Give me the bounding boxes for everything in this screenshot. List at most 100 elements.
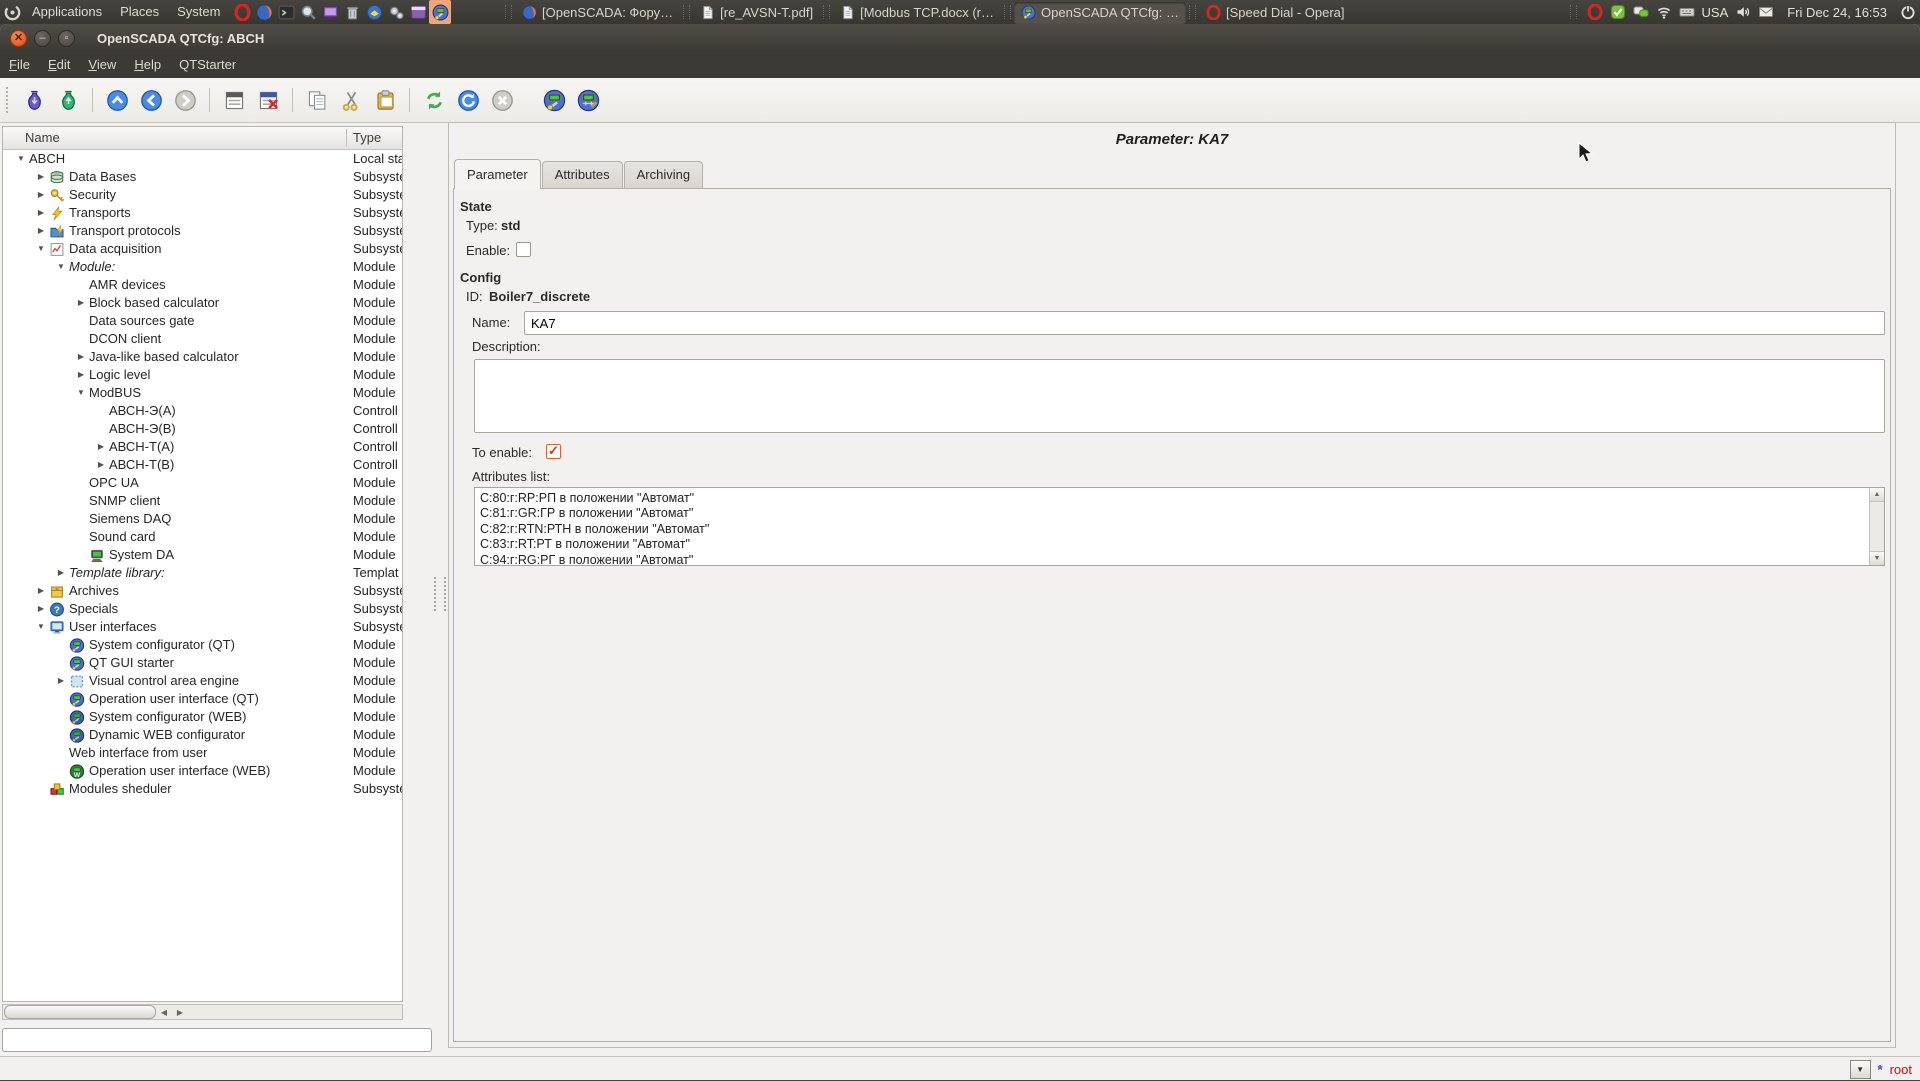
menu-file[interactable]: File bbox=[0, 52, 39, 78]
tree-item-module[interactable]: ▼Module:Module bbox=[3, 258, 402, 276]
enable-checkbox[interactable] bbox=[516, 242, 531, 257]
tree-item-user-interfaces[interactable]: ▼User interfacesSubsyste bbox=[3, 618, 402, 636]
attribute-list-item[interactable]: C:83:г:RT:РТ в положении "Автомат" bbox=[475, 537, 1884, 552]
clock[interactable]: Fri Dec 24, 16:53 bbox=[1781, 5, 1893, 20]
window-close-button[interactable]: ✕ bbox=[10, 30, 27, 47]
scroll-right-arrow-icon[interactable]: ▶ bbox=[172, 1005, 188, 1019]
refresh-button[interactable] bbox=[419, 85, 449, 115]
tree-item-data-bases[interactable]: ▶Data BasesSubsyste bbox=[3, 168, 402, 186]
launcher-app-blue-icon[interactable] bbox=[363, 0, 385, 24]
user-dropdown-button[interactable]: ▼ bbox=[1850, 1060, 1871, 1079]
tray-wifi-icon[interactable] bbox=[1656, 4, 1672, 21]
tree-item-opc-ua[interactable]: OPC UAModule bbox=[3, 474, 402, 492]
attribute-list-item[interactable]: C:94:г:RG:РГ в положении "Автомат" bbox=[475, 553, 1884, 566]
tree-item-operation-user-interface-qt[interactable]: Operation user interface (QT)Module bbox=[3, 690, 402, 708]
expand-arrow-icon[interactable]: ▶ bbox=[73, 348, 89, 366]
tray-check-green-icon[interactable] bbox=[1610, 4, 1626, 21]
to-enable-checkbox[interactable]: ✓ bbox=[546, 444, 561, 459]
attributes-listbox[interactable]: C:80:г:RP:РП в положении "Автомат"C:81:г… bbox=[474, 487, 1885, 566]
tray-keyboard-icon[interactable] bbox=[1679, 4, 1695, 21]
launcher-firefox-icon[interactable] bbox=[253, 0, 275, 24]
collapse-arrow-icon[interactable]: ▼ bbox=[13, 150, 29, 168]
tree-item-transports[interactable]: ▶TransportsSubsyste bbox=[3, 204, 402, 222]
launcher-gears-icon[interactable] bbox=[385, 0, 407, 24]
tree-item-dynamic-web-configurator[interactable]: Dynamic WEB configuratorModule bbox=[3, 726, 402, 744]
launcher-terminal-icon[interactable] bbox=[275, 0, 297, 24]
tree-item-qt-gui-starter[interactable]: QT GUI starterModule bbox=[3, 654, 402, 672]
attribute-list-item[interactable]: C:80:г:RP:РП в положении "Автомат" bbox=[475, 491, 1884, 506]
expand-arrow-icon[interactable]: ▶ bbox=[33, 582, 49, 600]
toolbar-grip[interactable] bbox=[6, 87, 12, 113]
panel-menu-applications[interactable]: Applications bbox=[23, 4, 111, 19]
tray-opera-icon[interactable] bbox=[1587, 4, 1603, 21]
expand-arrow-icon[interactable]: ▶ bbox=[33, 186, 49, 204]
tray-chat-icon[interactable] bbox=[1633, 4, 1649, 21]
tree-item-data-acquisition[interactable]: ▼Data acquisitionSubsyste bbox=[3, 240, 402, 258]
tree-item-archives[interactable]: ▶ArchivesSubsyste bbox=[3, 582, 402, 600]
attributes-scrollbar[interactable]: ▲ ▼ bbox=[1869, 488, 1884, 565]
menu-edit[interactable]: Edit bbox=[39, 52, 79, 78]
stop-update-button[interactable] bbox=[487, 85, 517, 115]
attribute-list-item[interactable]: C:81:г:GR:ГР в положении "Автомат" bbox=[475, 506, 1884, 521]
description-textarea[interactable] bbox=[474, 359, 1885, 433]
tree-item-amr-devices[interactable]: AMR devicesModule bbox=[3, 276, 402, 294]
launcher-opera-icon[interactable] bbox=[231, 0, 253, 24]
qtstarter-configurator-button[interactable] bbox=[539, 85, 569, 115]
tray-mail-icon[interactable] bbox=[1758, 4, 1774, 21]
taskbar-button[interactable]: [Speed Dial - Opera] bbox=[1199, 2, 1352, 24]
delete-item-button[interactable] bbox=[253, 85, 283, 115]
tree-item-авсн-э-а[interactable]: АВСН-Э(А)Controll bbox=[3, 402, 402, 420]
tab-attributes[interactable]: Attributes bbox=[542, 161, 623, 188]
tree-item-specials[interactable]: ▶?SpecialsSubsyste bbox=[3, 600, 402, 618]
tree-item-data-sources-gate[interactable]: Data sources gateModule bbox=[3, 312, 402, 330]
expand-arrow-icon[interactable]: ▶ bbox=[33, 600, 49, 618]
tree-item-visual-control-area-engine[interactable]: ▶Visual control area engineModule bbox=[3, 672, 402, 690]
panel-menu-places[interactable]: Places bbox=[111, 4, 168, 19]
tree-column-type[interactable]: Type bbox=[353, 130, 381, 145]
previous-button[interactable] bbox=[136, 85, 166, 115]
scroll-left-arrow-icon[interactable]: ◀ bbox=[156, 1005, 172, 1019]
expand-arrow-icon[interactable]: ▶ bbox=[73, 294, 89, 312]
collapse-arrow-icon[interactable]: ▼ bbox=[53, 258, 69, 276]
tree-item-security[interactable]: ▶SecuritySubsyste bbox=[3, 186, 402, 204]
add-item-button[interactable] bbox=[219, 85, 249, 115]
launcher-panel-app-icon[interactable] bbox=[407, 0, 429, 24]
menu-help[interactable]: Help bbox=[125, 52, 170, 78]
taskbar-button[interactable]: [OpenSCADA: Фору… bbox=[515, 2, 680, 24]
expand-arrow-icon[interactable]: ▶ bbox=[53, 564, 69, 582]
start-update-button[interactable] bbox=[453, 85, 483, 115]
launcher-display-icon[interactable] bbox=[319, 0, 341, 24]
tab-parameter[interactable]: Parameter bbox=[454, 159, 541, 189]
scroll-down-arrow-icon[interactable]: ▼ bbox=[1870, 551, 1884, 565]
tree-item-sound-card[interactable]: Sound cardModule bbox=[3, 528, 402, 546]
tree-item-operation-user-interface-web[interactable]: WOperation user interface (WEB)Module bbox=[3, 762, 402, 780]
window-maximize-button[interactable]: ▫ bbox=[58, 30, 75, 47]
tree-item-block-based-calculator[interactable]: ▶Block based calculatorModule bbox=[3, 294, 402, 312]
cut-item-button[interactable] bbox=[336, 85, 366, 115]
collapse-arrow-icon[interactable]: ▼ bbox=[73, 384, 89, 402]
taskbar-button[interactable]: [re_AVSN-T.pdf] bbox=[693, 2, 820, 24]
launcher-trash-icon[interactable] bbox=[341, 0, 363, 24]
tree-item-авсн-т-а[interactable]: ▶АВСН-Т(А)Controll bbox=[3, 438, 402, 456]
tree-item-logic-level[interactable]: ▶Logic levelModule bbox=[3, 366, 402, 384]
expand-arrow-icon[interactable]: ▶ bbox=[53, 672, 69, 690]
tray-speaker-icon[interactable] bbox=[1735, 4, 1751, 21]
taskbar-button[interactable]: OpenSCADA QTCfg: … bbox=[1014, 2, 1186, 24]
tree-item-system-da[interactable]: System DAModule bbox=[3, 546, 402, 564]
splitter-handle[interactable] bbox=[434, 577, 446, 611]
collapse-arrow-icon[interactable]: ▼ bbox=[33, 240, 49, 258]
tree-item-авсн-э-в[interactable]: АВСН-Э(В)Controll bbox=[3, 420, 402, 438]
expand-arrow-icon[interactable]: ▶ bbox=[93, 456, 109, 474]
tree-item-modules-sheduler[interactable]: Modules shedulerSubsyste bbox=[3, 780, 402, 798]
tree-horizontal-scrollbar[interactable]: ◀ ▶ bbox=[2, 1004, 403, 1020]
taskbar-button[interactable]: [Modbus TCP.docx (r… bbox=[833, 2, 1001, 24]
name-input[interactable] bbox=[524, 311, 1885, 335]
tray-power-icon[interactable] bbox=[1900, 4, 1916, 21]
save-to-db-button[interactable] bbox=[53, 85, 83, 115]
tree-item-java-like-based-calculator[interactable]: ▶Java-like based calculatorModule bbox=[3, 348, 402, 366]
load-from-db-button[interactable] bbox=[19, 85, 49, 115]
window-titlebar[interactable]: ✕ – ▫ OpenSCADA QTCfg: ABCH bbox=[0, 24, 1920, 52]
tree-item-transport-protocols[interactable]: ▶Transport protocolsSubsyste bbox=[3, 222, 402, 240]
tree-item-modbus[interactable]: ▼ModBUSModule bbox=[3, 384, 402, 402]
tree-item-авсн-т-в[interactable]: ▶АВСН-Т(В)Controll bbox=[3, 456, 402, 474]
